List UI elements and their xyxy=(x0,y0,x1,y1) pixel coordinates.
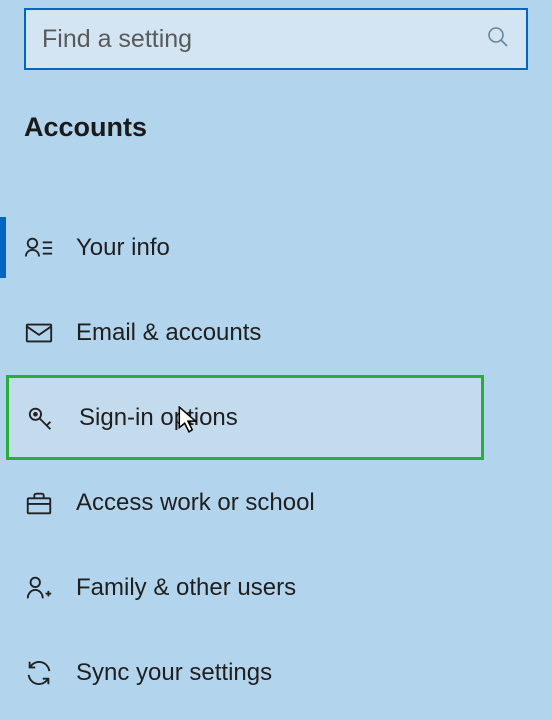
nav-item-your-info[interactable]: Your info xyxy=(0,205,552,290)
nav-item-family-users[interactable]: Family & other users xyxy=(0,545,552,630)
search-icon xyxy=(486,25,510,54)
person-card-icon xyxy=(24,233,76,263)
nav-item-label: Email & accounts xyxy=(76,319,261,347)
sync-icon xyxy=(24,658,76,688)
key-icon xyxy=(27,403,79,433)
nav-item-label: Family & other users xyxy=(76,574,296,602)
nav-list: Your info Email & accounts Sign-in optio… xyxy=(0,205,552,715)
nav-item-access-work-school[interactable]: Access work or school xyxy=(0,460,552,545)
mail-icon xyxy=(24,318,76,348)
nav-item-label: Your info xyxy=(76,234,170,262)
nav-item-label: Access work or school xyxy=(76,489,315,517)
section-title-accounts: Accounts xyxy=(0,70,552,143)
nav-item-email-accounts[interactable]: Email & accounts xyxy=(0,290,552,375)
nav-item-sync-settings[interactable]: Sync your settings xyxy=(0,630,552,715)
nav-item-sign-in-options[interactable]: Sign-in options xyxy=(6,375,484,460)
search-input[interactable] xyxy=(42,25,486,54)
person-add-icon xyxy=(24,573,76,603)
nav-item-label: Sync your settings xyxy=(76,659,272,687)
search-box[interactable] xyxy=(24,8,528,70)
nav-item-label: Sign-in options xyxy=(79,404,238,432)
briefcase-icon xyxy=(24,488,76,518)
